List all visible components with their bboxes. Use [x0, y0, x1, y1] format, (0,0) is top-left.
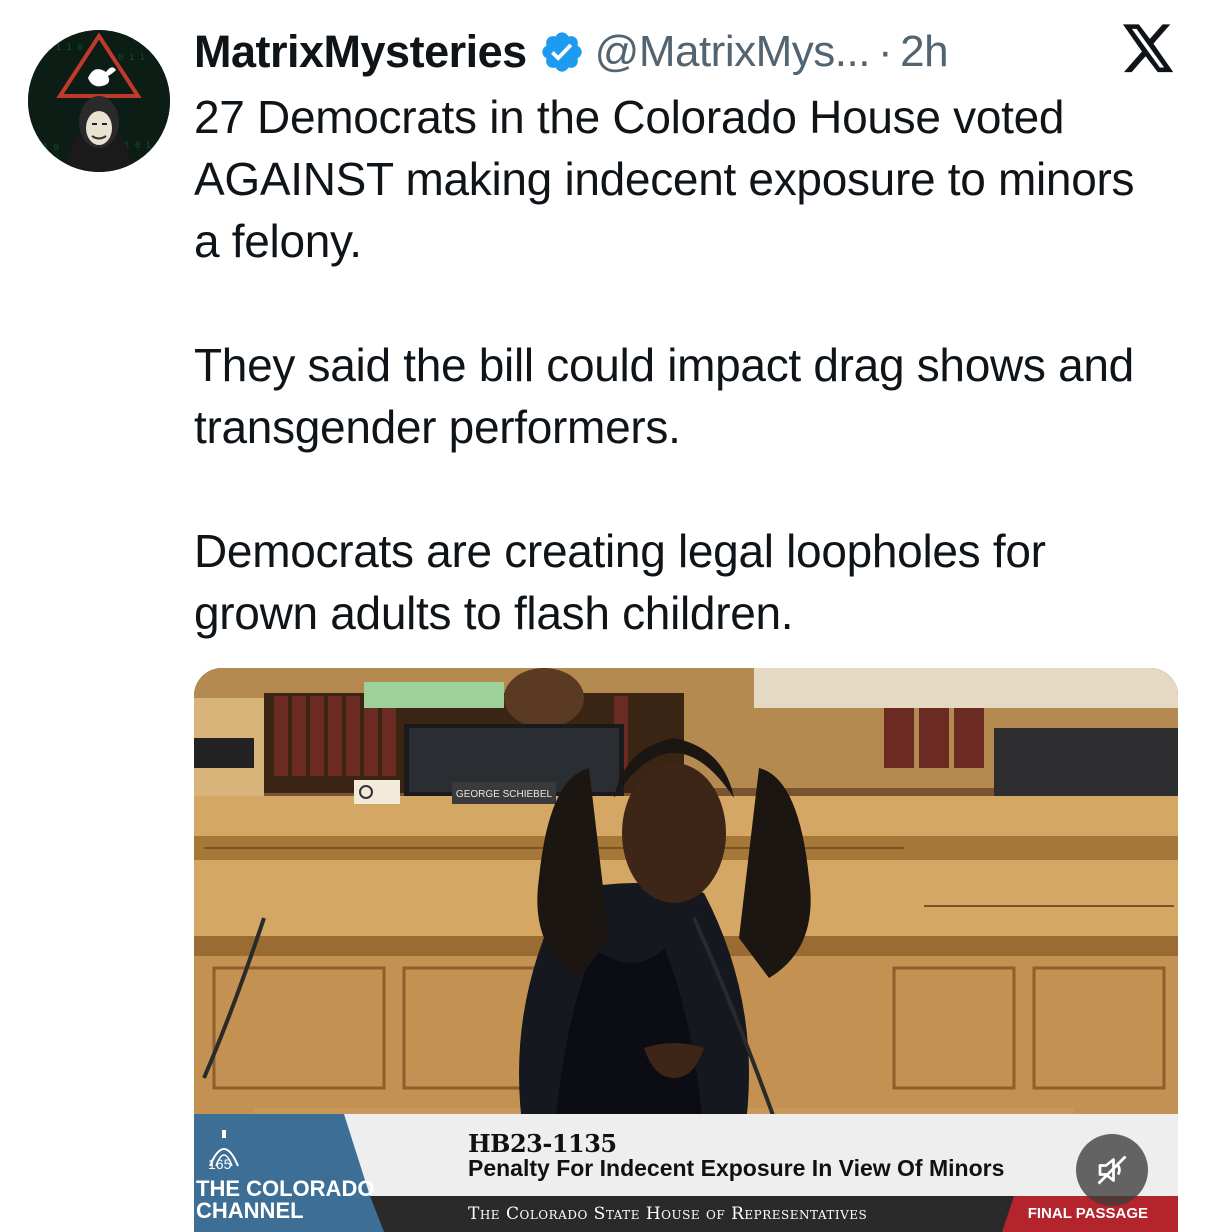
user-handle[interactable]: @MatrixMys... [595, 27, 871, 77]
separator-dot: · [877, 27, 893, 76]
avatar[interactable]: 1 0 1 1 0 0 1 1 0 1 0 1 0 1 [28, 30, 170, 172]
bill-number: HB23-1135 [468, 1129, 617, 1158]
svg-text:0 1 1: 0 1 1 [118, 53, 145, 63]
timestamp[interactable]: 2h [900, 27, 948, 77]
house-name: The Colorado State House of Representati… [468, 1204, 868, 1224]
tweet-header: MatrixMysteries @MatrixMys... · 2h [194, 24, 949, 80]
channel-logo: 165 THE COLORADO CHANNEL [194, 1114, 374, 1232]
svg-text:0 1 0: 0 1 0 [32, 143, 59, 153]
bill-status: FINAL PASSAGE [1027, 1205, 1148, 1222]
tweet-paragraph: 27 Democrats in the Colorado House voted… [194, 91, 1135, 267]
svg-text:1 0 1 1 0: 1 0 1 1 0 [34, 43, 83, 53]
mute-button[interactable] [1076, 1134, 1148, 1206]
mute-icon [1097, 1155, 1127, 1185]
display-name[interactable]: MatrixMysteries [194, 26, 527, 78]
verified-badge-icon [542, 32, 582, 72]
avatar-image: 1 0 1 1 0 0 1 1 0 1 0 1 0 1 [28, 30, 170, 172]
tweet-video[interactable]: GEORGE SCHIEBEL 165 THE COLORADO CHANNEL… [194, 668, 1178, 1232]
channel-number: 165 [208, 1156, 232, 1172]
bill-title: Penalty For Indecent Exposure In View Of… [468, 1155, 1005, 1181]
broadcast-lower-third: 165 THE COLORADO CHANNEL HB23-1135 Penal… [194, 1104, 1178, 1232]
tweet-paragraph: Democrats are creating legal loopholes f… [194, 525, 1046, 639]
tweet-paragraph: They said the bill could impact drag sho… [194, 339, 1134, 453]
channel-name-line2: CHANNEL [196, 1198, 304, 1223]
tweet-text: 27 Democrats in the Colorado House voted… [194, 86, 1164, 706]
channel-name-line1: THE COLORADO [196, 1176, 375, 1201]
x-logo-icon[interactable] [1120, 24, 1176, 76]
svg-text:1 0 1: 1 0 1 [124, 141, 151, 151]
nameplate: GEORGE SCHIEBEL [456, 789, 553, 800]
